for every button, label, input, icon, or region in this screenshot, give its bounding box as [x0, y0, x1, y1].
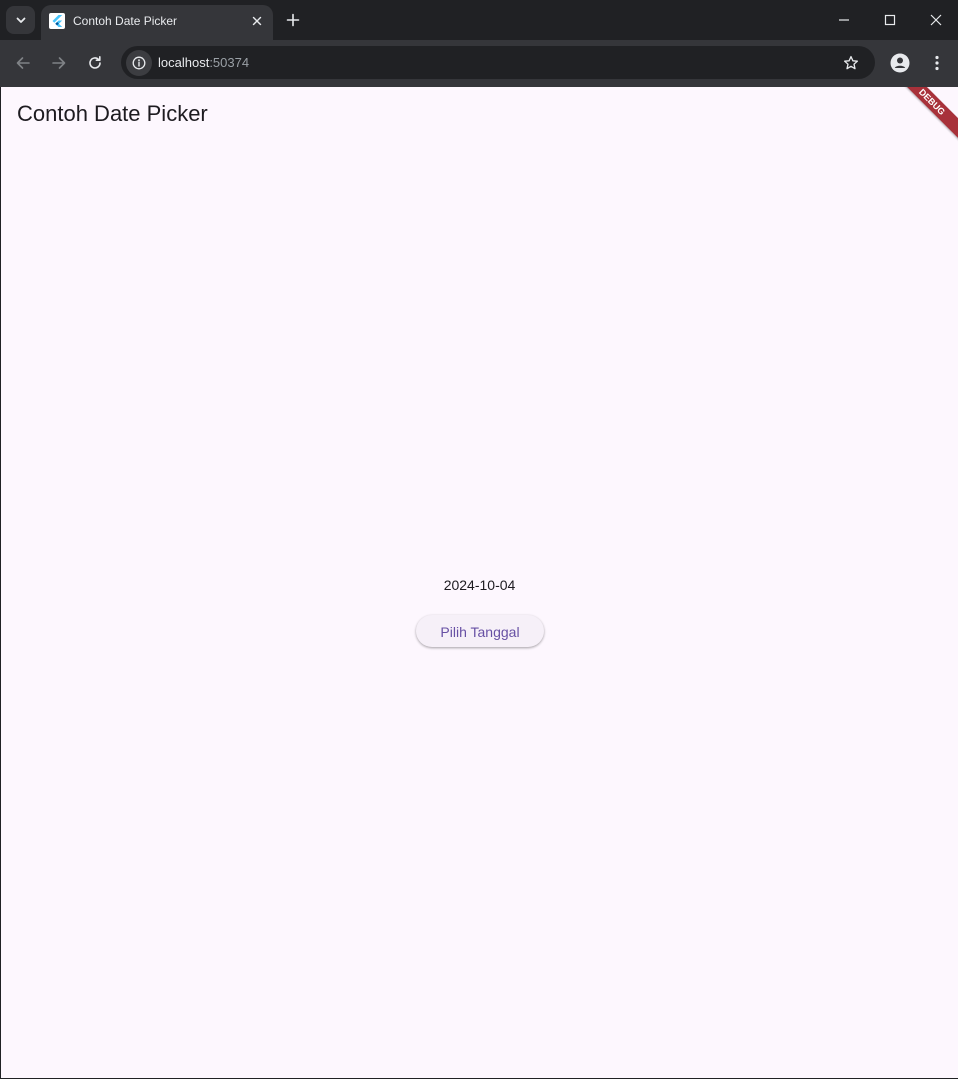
app-viewport: Contoh Date Picker 2024-10-04 Pilih Tang… [1, 87, 958, 1078]
maximize-button[interactable] [878, 8, 902, 32]
kebab-menu-icon [935, 55, 939, 71]
page-title: Contoh Date Picker [17, 101, 208, 126]
close-icon [252, 16, 262, 26]
back-button[interactable] [11, 51, 35, 75]
close-window-button[interactable] [924, 8, 948, 32]
selected-date-text: 2024-10-04 [443, 577, 516, 593]
flutter-icon [49, 13, 65, 29]
profile-button[interactable] [889, 52, 911, 74]
maximize-icon [884, 14, 896, 26]
star-icon [843, 55, 859, 70]
minimize-icon [839, 19, 849, 21]
reload-icon [89, 56, 101, 69]
url-port: :50374 [209, 55, 250, 70]
pick-date-button[interactable]: Pilih Tanggal [416, 615, 544, 647]
plus-icon [286, 13, 300, 27]
tab-search-button[interactable] [6, 6, 35, 34]
browser-toolbar: localhost:50374 [0, 40, 958, 87]
debug-banner: DEBUG [891, 87, 958, 143]
browser-tab[interactable]: Contoh Date Picker [41, 5, 273, 40]
chevron-down-icon [16, 17, 25, 23]
close-icon [930, 14, 942, 26]
bookmark-button[interactable] [841, 53, 861, 73]
arrow-left-icon [16, 57, 30, 69]
browser-tab-strip: Contoh Date Picker [0, 0, 958, 40]
tab-title: Contoh Date Picker [73, 14, 178, 28]
arrow-right-icon [52, 57, 66, 69]
forward-button[interactable] [47, 51, 71, 75]
site-info-button[interactable] [126, 50, 152, 76]
url-host: localhost [158, 55, 210, 70]
address-bar[interactable]: localhost:50374 [121, 46, 875, 79]
profile-icon [890, 53, 910, 73]
new-tab-button[interactable] [283, 10, 303, 30]
browser-menu-button[interactable] [926, 51, 948, 75]
info-icon [132, 56, 146, 70]
url-text: localhost:50374 [158, 55, 249, 70]
minimize-button[interactable] [832, 8, 856, 32]
tab-close-button[interactable] [249, 13, 265, 29]
reload-button[interactable] [83, 51, 107, 75]
